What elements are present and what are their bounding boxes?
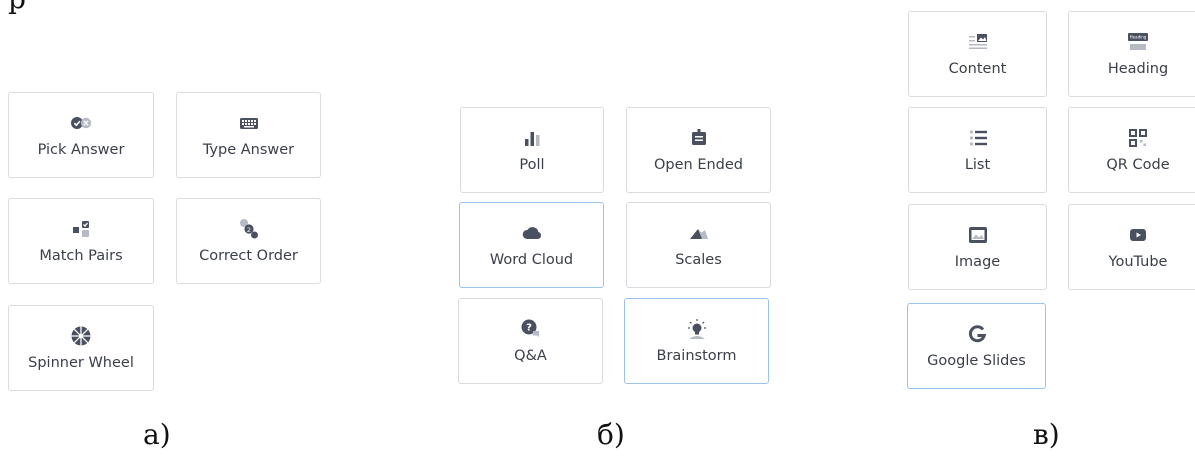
tile-brainstorm[interactable]: Brainstorm	[624, 298, 769, 384]
panel-caption-b: б)	[597, 418, 625, 451]
tile-image[interactable]: Image	[908, 204, 1047, 290]
google-g-icon	[966, 323, 988, 345]
heading-icon: Heading	[1127, 31, 1149, 53]
tile-label: Spinner Wheel	[28, 355, 134, 371]
tile-content[interactable]: Content	[908, 11, 1047, 97]
tile-label: Word Cloud	[489, 252, 574, 268]
mountain-icon	[688, 222, 710, 244]
tile-scales[interactable]: Scales	[626, 202, 771, 288]
check-cross-icon	[70, 112, 92, 134]
tile-label: Scales	[675, 252, 722, 268]
tile-type-answer[interactable]: Type Answer	[176, 92, 321, 178]
tile-word-cloud[interactable]: Word Cloud	[459, 202, 604, 288]
tile-label: Poll	[519, 157, 545, 173]
tile-label: List	[964, 157, 991, 173]
svg-text:?: ?	[526, 323, 532, 334]
youtube-icon	[1127, 224, 1149, 246]
bar-chart-icon	[521, 127, 543, 149]
tile-label: Type Answer	[202, 142, 295, 158]
tile-poll[interactable]: Poll	[460, 107, 604, 193]
tile-label: Pick Answer	[37, 142, 125, 158]
tile-label: Google Slides	[927, 353, 1026, 369]
content-icon	[967, 31, 989, 53]
open-ended-icon	[688, 127, 710, 149]
tile-label: Brainstorm	[656, 348, 737, 364]
svg-text:2: 2	[246, 226, 250, 234]
numbered-order-icon: 2	[238, 218, 260, 240]
keyboard-icon	[238, 112, 260, 134]
heading-fragment: p	[8, 0, 26, 15]
question-bubble-icon: ?	[520, 318, 542, 340]
tile-open-ended[interactable]: Open Ended	[626, 107, 771, 193]
tile-pick-answer[interactable]: Pick Answer	[8, 92, 154, 178]
tile-heading[interactable]: Heading Heading	[1068, 11, 1195, 97]
tile-qr-code[interactable]: QR Code	[1068, 107, 1195, 193]
tile-spinner-wheel[interactable]: Spinner Wheel	[8, 305, 154, 391]
tile-google-slides[interactable]: Google Slides	[907, 303, 1046, 389]
tile-label: Content	[948, 61, 1007, 77]
tile-label: Correct Order	[199, 248, 298, 264]
lightbulb-icon	[686, 318, 708, 340]
tile-match-pairs[interactable]: Match Pairs	[8, 198, 154, 284]
tile-q-and-a[interactable]: ? Q&A	[458, 298, 603, 384]
list-icon	[967, 127, 989, 149]
panel-caption-c: в)	[1033, 418, 1060, 451]
tile-label: Open Ended	[653, 157, 744, 173]
tile-label: Match Pairs	[39, 248, 123, 264]
tile-youtube[interactable]: YouTube	[1068, 204, 1195, 290]
tile-label: YouTube	[1108, 254, 1168, 270]
tile-label: Q&A	[514, 348, 547, 364]
tile-label: Heading	[1107, 61, 1169, 77]
heading-icon-badge: Heading	[1130, 35, 1147, 40]
image-icon	[967, 224, 989, 246]
panel-caption-a: а)	[143, 418, 171, 451]
qr-code-icon	[1127, 127, 1149, 149]
cloud-icon	[521, 222, 543, 244]
tile-label: Image	[954, 254, 1001, 270]
tile-correct-order[interactable]: 2 Correct Order	[176, 198, 321, 284]
tile-label: QR Code	[1106, 157, 1170, 173]
spinner-wheel-icon	[70, 325, 92, 347]
tile-list[interactable]: List	[908, 107, 1047, 193]
match-pairs-icon	[70, 218, 92, 240]
